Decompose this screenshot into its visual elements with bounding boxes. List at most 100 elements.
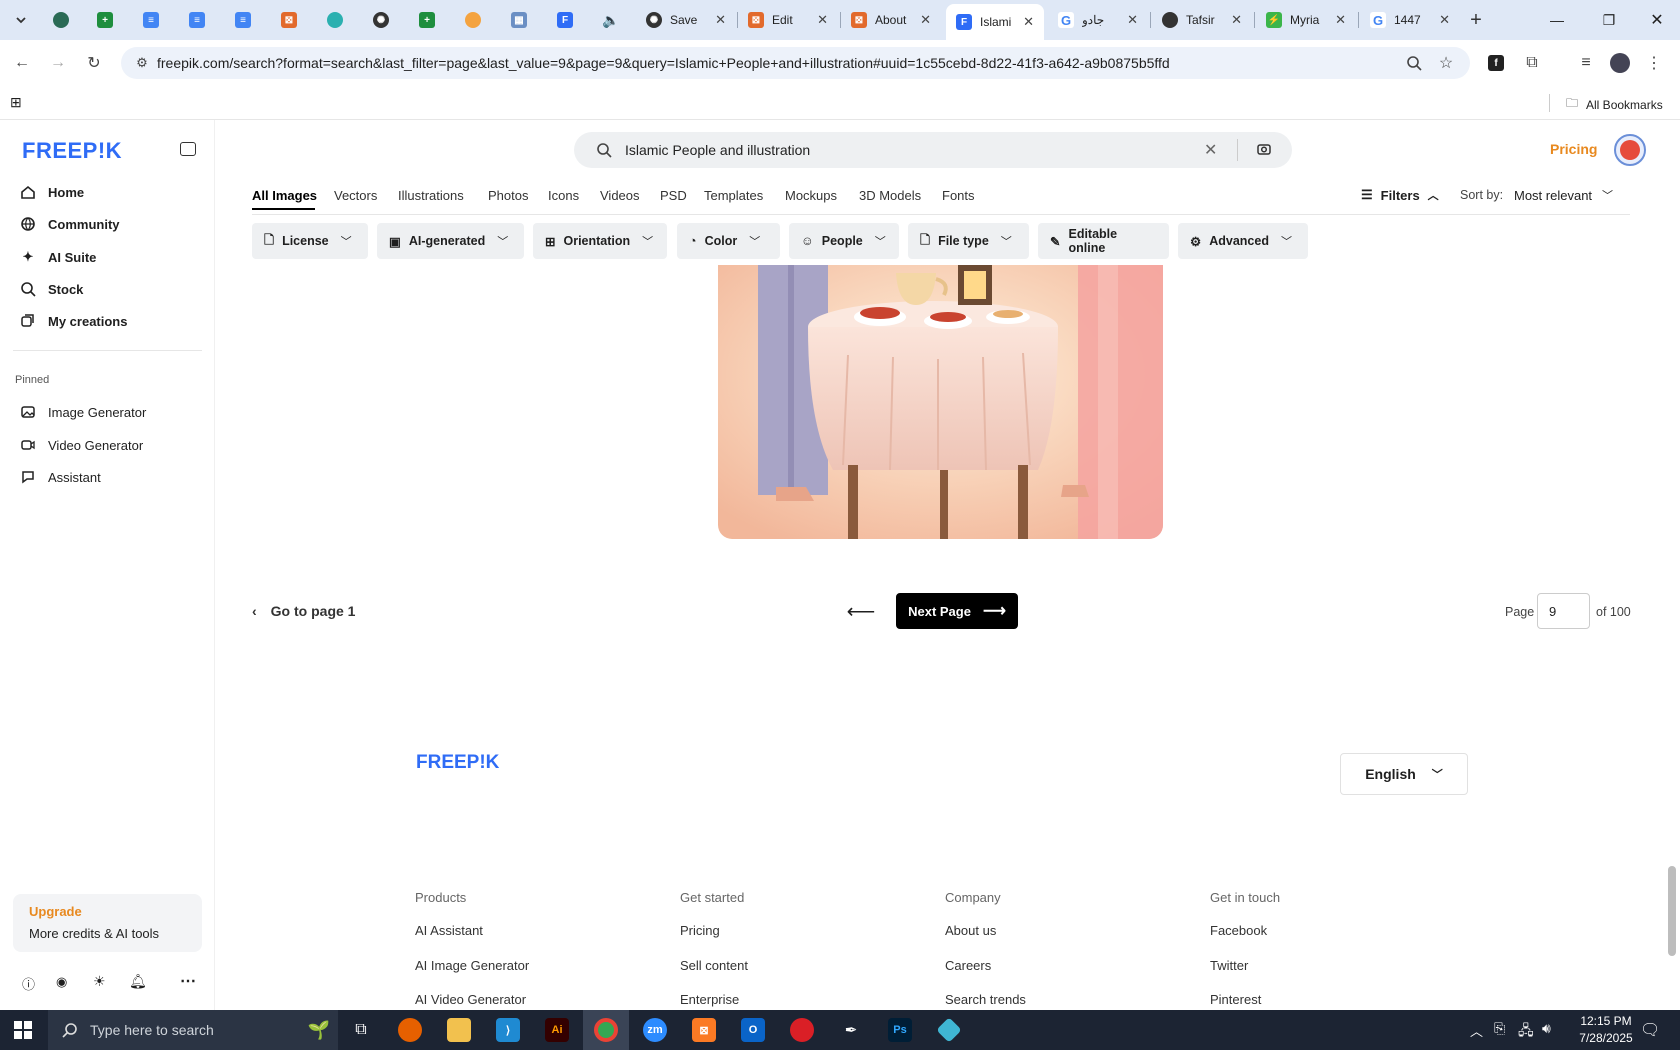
sidebar-item-my-creations[interactable]: My creations xyxy=(20,313,127,329)
close-icon[interactable]: ✕ xyxy=(1023,14,1034,30)
search-bar[interactable]: Islamic People and illustration ✕ xyxy=(574,132,1292,168)
pinned-tab[interactable] xyxy=(452,4,494,36)
zoom-button[interactable] xyxy=(1400,49,1428,77)
tab-templates[interactable]: Templates xyxy=(704,188,763,203)
outlook-button[interactable]: O xyxy=(730,1010,776,1050)
more-icon[interactable]: ⋯ xyxy=(180,971,196,991)
page-number-input[interactable]: 9 xyxy=(1537,593,1590,629)
chip-advanced[interactable]: ⚙ Advanced ﹀ xyxy=(1178,223,1308,259)
chip-ai-generated[interactable]: ▣ AI-generated ﹀ xyxy=(377,223,524,259)
footer-link[interactable]: Sell content xyxy=(680,958,748,973)
tab-about[interactable]: ⊠ About ✕ xyxy=(841,4,941,36)
sidebar-item-home[interactable]: Home xyxy=(20,184,84,200)
footer-link[interactable]: AI Video Generator xyxy=(415,992,526,1007)
tray-app-icon[interactable]: ⎘ xyxy=(1494,1020,1505,1037)
pen-tool-button[interactable]: ✒ xyxy=(828,1010,874,1050)
footer-link[interactable]: Careers xyxy=(945,958,991,973)
close-icon[interactable]: ✕ xyxy=(1127,12,1138,28)
site-info-button[interactable]: ⚙ xyxy=(128,49,156,77)
freepik-logo[interactable]: FREEP!K xyxy=(22,138,122,164)
illustrator-button[interactable]: Ai xyxy=(534,1010,580,1050)
close-icon[interactable]: ✕ xyxy=(1439,12,1450,28)
tab-1447[interactable]: G 1447 ✕ xyxy=(1360,4,1460,36)
footer-link[interactable]: AI Assistant xyxy=(415,923,483,938)
chip-orientation[interactable]: ⊞ Orientation ﹀ xyxy=(533,223,667,259)
next-page-button[interactable]: Next Page ⟶ xyxy=(896,593,1018,629)
pinned-tab[interactable] xyxy=(314,4,356,36)
footer-link[interactable]: Pinterest xyxy=(1210,992,1261,1007)
tab-icons[interactable]: Icons xyxy=(548,188,579,203)
tab-search-button[interactable] xyxy=(0,4,42,36)
sidebar-item-community[interactable]: Community xyxy=(20,216,120,232)
pinned-tab[interactable]: ✺ xyxy=(360,4,402,36)
pinned-tab[interactable] xyxy=(40,4,82,36)
app-button[interactable] xyxy=(926,1010,972,1050)
bookmark-star-button[interactable]: ☆ xyxy=(1432,49,1460,77)
tab-all-images[interactable]: All Images xyxy=(252,188,317,203)
tray-overflow-icon[interactable]: ︿ xyxy=(1470,1021,1483,1040)
sidebar-item-image-generator[interactable]: Image Generator xyxy=(20,404,146,420)
camera-icon[interactable] xyxy=(1256,141,1272,160)
footer-logo[interactable]: FREEP!K xyxy=(416,752,499,774)
filters-toggle[interactable]: ☰ Filters ︿ xyxy=(1361,187,1439,203)
vscode-button[interactable]: ⟩ xyxy=(485,1010,531,1050)
result-image[interactable] xyxy=(718,265,1163,539)
pinned-tab[interactable]: ≡ xyxy=(130,4,172,36)
user-avatar[interactable] xyxy=(1614,134,1646,166)
reload-button[interactable]: ↻ xyxy=(80,49,108,77)
tab-3d-models[interactable]: 3D Models xyxy=(859,188,921,203)
page-scrollbar-thumb[interactable] xyxy=(1668,866,1676,956)
photoshop-button[interactable]: Ps xyxy=(877,1010,923,1050)
clear-search-icon[interactable]: ✕ xyxy=(1204,140,1217,160)
restore-button[interactable]: ❐ xyxy=(1588,4,1630,36)
close-icon[interactable]: ✕ xyxy=(817,12,828,28)
creative-cloud-button[interactable] xyxy=(779,1010,825,1050)
address-bar[interactable]: freepik.com/search?format=search&last_fi… xyxy=(121,47,1470,79)
minimize-button[interactable]: — xyxy=(1536,4,1578,36)
sidebar-item-assistant[interactable]: Assistant xyxy=(20,469,101,485)
discord-icon[interactable]: ◉ xyxy=(56,974,67,990)
sidebar-item-video-generator[interactable]: Video Generator xyxy=(20,437,143,453)
back-button[interactable]: ← xyxy=(8,49,36,77)
sidebar-item-stock[interactable]: Stock xyxy=(20,281,83,297)
taskbar-search[interactable]: Type here to search 🌱 xyxy=(48,1010,338,1050)
pricing-link[interactable]: Pricing xyxy=(1550,141,1597,157)
sort-select[interactable]: Most relevant ﹀ xyxy=(1514,187,1613,203)
close-icon[interactable]: ✕ xyxy=(1335,12,1346,28)
network-icon[interactable]: 🖧︎ xyxy=(1518,1020,1534,1044)
volume-icon[interactable]: 🔊︎ xyxy=(1542,1020,1551,1037)
all-bookmarks[interactable]: 🗀 All Bookmarks xyxy=(1566,94,1663,115)
tab-psd[interactable]: PSD xyxy=(660,188,687,203)
tab-tafsir[interactable]: Tafsir ✕ xyxy=(1152,4,1252,36)
tab-save[interactable]: ✺ Save ✕ xyxy=(636,4,736,36)
profile-button[interactable] xyxy=(1606,49,1634,77)
footer-link[interactable]: Facebook xyxy=(1210,923,1267,938)
pinned-tab[interactable]: + xyxy=(84,4,126,36)
extension-button[interactable]: f xyxy=(1482,49,1510,77)
sidebar-toggle-icon[interactable] xyxy=(180,142,196,156)
upgrade-card[interactable]: Upgrade More credits & AI tools xyxy=(13,894,202,952)
forward-button[interactable]: → xyxy=(44,49,72,77)
theme-icon[interactable]: ☀ xyxy=(93,973,106,990)
close-icon[interactable]: ✕ xyxy=(920,12,931,28)
menu-button[interactable]: ⋮ xyxy=(1640,49,1668,77)
bell-icon[interactable]: 🔔︎ xyxy=(129,973,147,990)
tab-photos[interactable]: Photos xyxy=(488,188,528,203)
media-button[interactable]: ≡ xyxy=(1572,49,1600,77)
close-window-button[interactable]: ✕ xyxy=(1636,4,1678,36)
go-to-first-page[interactable]: ‹ Go to page 1 xyxy=(252,603,355,619)
pinned-tab[interactable]: ≡ xyxy=(176,4,218,36)
help-icon[interactable]: ⓘ xyxy=(22,974,35,993)
tab-edit[interactable]: ⊠ Edit ✕ xyxy=(738,4,838,36)
clock[interactable]: 12:15 PM 7/28/2025 xyxy=(1568,1013,1644,1047)
footer-link[interactable]: Search trends xyxy=(945,992,1026,1007)
chip-people[interactable]: ☺ People ﹀ xyxy=(789,223,899,259)
close-icon[interactable]: ✕ xyxy=(1231,12,1242,28)
tab-google[interactable]: G جادو ✕ xyxy=(1048,4,1148,36)
task-view-button[interactable]: ⧉ xyxy=(338,1010,384,1050)
extensions-button[interactable]: ⧉ xyxy=(1518,49,1546,77)
tab-mockups[interactable]: Mockups xyxy=(785,188,837,203)
apps-icon[interactable]: ⊞ xyxy=(10,94,22,111)
xampp-button[interactable]: ⊠ xyxy=(681,1010,727,1050)
explorer-button[interactable] xyxy=(436,1010,482,1050)
